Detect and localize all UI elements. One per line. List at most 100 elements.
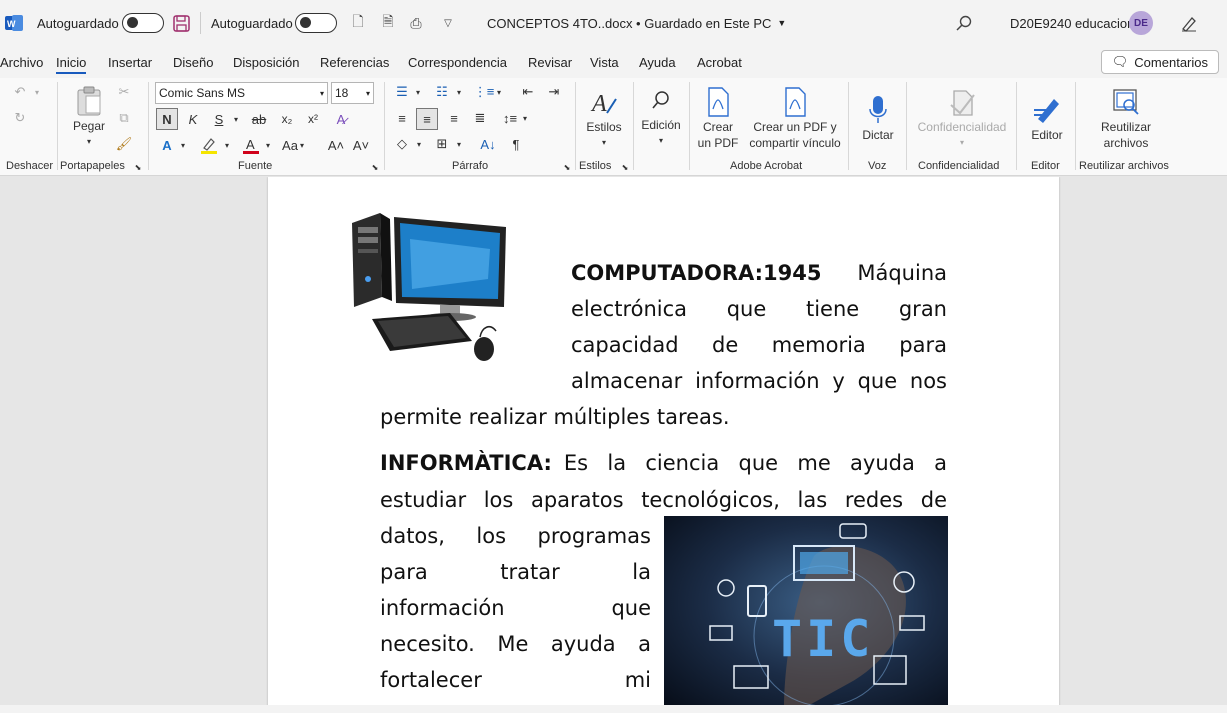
document-area[interactable]: COMPUTADORA:1945 Máquina electrónica que…: [0, 177, 1227, 705]
user-name[interactable]: D20E9240 educacion: [1010, 0, 1134, 46]
shading-icon[interactable]: ◇: [392, 134, 412, 154]
chevron-down-icon[interactable]: ▾: [494, 84, 504, 100]
print-preview-icon[interactable]: ⎙: [405, 0, 427, 46]
chevron-down-icon: ▼: [777, 18, 787, 28]
bold-button[interactable]: N: [156, 108, 178, 130]
decrease-indent-icon[interactable]: ⇤: [518, 82, 538, 102]
subscript-button[interactable]: x₂: [276, 108, 298, 130]
tab-insertar[interactable]: Insertar: [108, 46, 152, 78]
font-color-icon[interactable]: A: [240, 134, 262, 156]
multilevel-list-icon[interactable]: ⋮≡: [474, 82, 495, 102]
justify-icon[interactable]: ≣: [470, 108, 490, 128]
grow-font-icon[interactable]: A˄: [325, 134, 347, 156]
tab-vista[interactable]: Vista: [590, 46, 619, 78]
font-name-select[interactable]: Comic Sans MS ▾: [155, 82, 328, 104]
italic-button[interactable]: K: [182, 108, 204, 130]
autosave-toggle-2[interactable]: [295, 0, 337, 46]
create-pdf-share-button[interactable]: Crear un PDF y compartir vínculo: [748, 84, 842, 154]
tab-referencias[interactable]: Referencias: [320, 46, 389, 78]
designer-pen-icon[interactable]: [1180, 0, 1198, 46]
text-line: Es la ciencia que me ayuda a: [563, 451, 947, 475]
paragraph-computadora[interactable]: COMPUTADORA:1945 Máquina electrónica que…: [571, 255, 947, 399]
align-right-icon[interactable]: ≡: [444, 108, 464, 128]
reuse-files-button[interactable]: Reutilizar archivos: [1086, 84, 1166, 154]
group-label-paragraph: Párrafo: [452, 160, 489, 172]
computer-image[interactable]: [350, 209, 510, 369]
customize-toolbar-icon[interactable]: ▽: [437, 0, 459, 46]
autosave-toggle[interactable]: [122, 0, 164, 46]
comments-button[interactable]: 🗨 Comentarios: [1100, 50, 1219, 74]
tab-revisar[interactable]: Revisar: [528, 46, 572, 78]
chevron-down-icon: ▾: [86, 137, 91, 146]
avatar-initials: DE: [1129, 11, 1153, 35]
editing-button[interactable]: Edición ▾: [638, 84, 684, 154]
tab-disposicion[interactable]: Disposición: [233, 46, 299, 78]
avatar[interactable]: DE: [1129, 0, 1153, 46]
highlight-icon[interactable]: [198, 134, 220, 156]
microphone-icon: [869, 96, 887, 123]
undo-icon[interactable]: ↶: [10, 82, 30, 102]
chevron-down-icon[interactable]: ▾: [414, 136, 424, 152]
search-icon[interactable]: [956, 0, 972, 46]
create-pdf-button[interactable]: Crear un PDF: [694, 84, 742, 154]
numbering-icon[interactable]: ☷: [432, 82, 452, 102]
chevron-down-icon[interactable]: ▾: [263, 136, 273, 154]
change-case-button[interactable]: Aa ▾: [281, 134, 305, 156]
sort-icon[interactable]: A↓: [478, 134, 498, 154]
format-painter-icon[interactable]: 🖌: [114, 134, 134, 154]
document-page[interactable]: COMPUTADORA:1945 Máquina electrónica que…: [268, 177, 1059, 705]
reuse-files-icon: [1113, 89, 1139, 115]
chevron-down-icon[interactable]: ▾: [454, 84, 464, 100]
new-document-icon[interactable]: 🗋: [347, 0, 369, 46]
borders-icon[interactable]: ⊞: [432, 134, 452, 154]
line-spacing-icon[interactable]: ↕≡: [500, 108, 520, 128]
chevron-down-icon[interactable]: ▾: [413, 84, 423, 100]
bullets-icon[interactable]: ☰: [392, 82, 412, 102]
align-center-icon[interactable]: ≡: [416, 108, 438, 130]
editor-button[interactable]: Editor: [1024, 84, 1070, 154]
cut-icon[interactable]: ✂: [114, 82, 134, 102]
clear-formatting-icon[interactable]: A̷: [330, 108, 352, 130]
redo-icon[interactable]: ↻: [10, 108, 30, 128]
confidentiality-button[interactable]: Confidencialidad ▾: [914, 84, 1010, 154]
tab-acrobat[interactable]: Acrobat: [697, 46, 742, 78]
dictate-button[interactable]: Dictar: [856, 84, 900, 154]
text-effects-icon[interactable]: A: [156, 134, 178, 156]
align-left-icon[interactable]: ≡: [392, 108, 412, 128]
undo-dropdown-icon[interactable]: ▾: [32, 84, 42, 100]
chevron-down-icon[interactable]: ▾: [454, 136, 464, 152]
tab-inicio[interactable]: Inicio: [56, 46, 87, 78]
tab-correspondencia[interactable]: Correspondencia: [408, 46, 507, 78]
dialog-launcher-icon[interactable]: ⬊: [562, 162, 572, 172]
increase-indent-icon[interactable]: ⇥: [544, 82, 564, 102]
chevron-down-icon[interactable]: ▾: [222, 136, 232, 154]
shrink-font-icon[interactable]: A˅: [350, 134, 372, 156]
tic-image[interactable]: TIC: [664, 516, 948, 705]
chevron-down-icon[interactable]: ▾: [231, 110, 241, 128]
divider: [1075, 82, 1076, 170]
underline-button[interactable]: S: [208, 108, 230, 130]
show-marks-icon[interactable]: ¶: [506, 134, 526, 154]
tab-diseno[interactable]: Diseño: [173, 46, 213, 78]
save-icon[interactable]: [173, 0, 190, 46]
group-label-reuse: Reutilizar archivos: [1079, 160, 1169, 172]
dialog-launcher-icon[interactable]: ⬊: [620, 162, 630, 172]
status-bar: [0, 705, 1227, 713]
tab-archivo[interactable]: Archivo: [0, 46, 43, 78]
tab-ayuda[interactable]: Ayuda: [639, 46, 676, 78]
paragraph-informatica[interactable]: INFORMÀTICA: Es la ciencia que me ayuda …: [380, 445, 947, 481]
paragraph-wrap[interactable]: datos, los programas para tratar la info…: [380, 518, 651, 698]
open-document-icon[interactable]: 🗎: [377, 0, 399, 46]
paste-button[interactable]: Pegar ▾: [68, 84, 110, 152]
dialog-launcher-icon[interactable]: ⬊: [370, 162, 380, 172]
superscript-button[interactable]: x²: [302, 108, 324, 130]
styles-button[interactable]: A Estilos ▾: [582, 84, 626, 154]
dialog-launcher-icon[interactable]: ⬊: [133, 162, 143, 172]
copy-icon[interactable]: ⧉: [114, 108, 134, 128]
document-title[interactable]: CONCEPTOS 4TO..docx • Guardado en Este P…: [487, 0, 786, 46]
font-size-select[interactable]: 18 ▾: [331, 82, 374, 104]
strikethrough-button[interactable]: ab: [247, 108, 271, 130]
text-line: Máquina: [857, 261, 947, 285]
chevron-down-icon[interactable]: ▾: [178, 136, 188, 154]
chevron-down-icon[interactable]: ▾: [520, 110, 530, 126]
